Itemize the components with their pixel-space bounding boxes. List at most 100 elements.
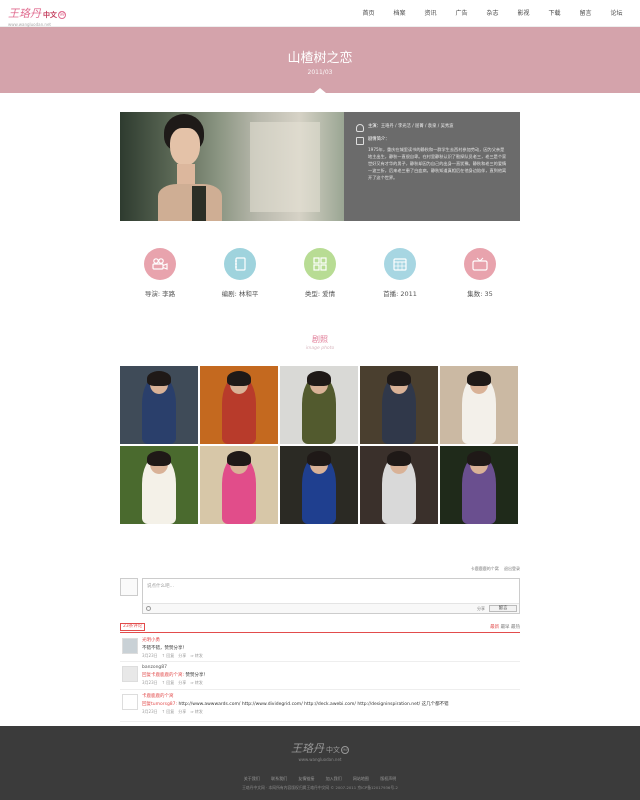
emoji-icon[interactable]: [146, 606, 151, 611]
comment-meta[interactable]: 3月23日 ↑ 回复 分享 ⇒ 转发: [142, 709, 520, 715]
stat-genre: 类型: 爱情: [285, 248, 355, 298]
nav-item-ads[interactable]: 广告: [446, 0, 477, 27]
comment-author[interactable]: banzong87: [142, 665, 520, 670]
nav-item-films[interactable]: 影视: [508, 0, 539, 27]
list-item: banzong87 回复卡鹿鹿鹿的个窝: 赞赞分享！ 3月23日 ↑ 回复 分享…: [120, 662, 520, 690]
stat-label: 导演: 李路: [144, 290, 176, 298]
drama-stats: 导演: 李路 编剧: 林和平 类型: 爱情 首播: 2011 集数: 35: [125, 248, 515, 298]
avatar[interactable]: [122, 638, 138, 654]
comment-count: 23条评论: [120, 623, 146, 631]
hero-banner: 山楂树之恋 2011/03: [0, 27, 640, 93]
still-photo[interactable]: [200, 366, 278, 444]
avatar[interactable]: [122, 666, 138, 682]
stat-director: 导演: 李路: [125, 248, 195, 298]
still-photo[interactable]: [200, 446, 278, 524]
stat-writer: 编剧: 林和平: [205, 248, 275, 298]
comment-input[interactable]: 说点什么吧… 分享 留言: [142, 578, 520, 614]
comment-placeholder: 说点什么吧…: [147, 584, 174, 589]
avatar[interactable]: [122, 694, 138, 710]
comment-author[interactable]: 光明小勇: [142, 637, 520, 643]
stat-label: 首播: 2011: [383, 290, 417, 298]
site-header: 王珞丹 中文 99 www.wangluodan.net 首页 档案 资讯 广告 杂…: [0, 0, 640, 27]
comment-text: 回复tumorsg87: http://www.awwwards.com/ ht…: [142, 702, 449, 707]
footer-copyright: 王珞丹中文网 · 本网所有内容版权归属王珞丹中文网 © 2007-2011 京I…: [242, 785, 398, 790]
synopsis-text: 1975年，重庆在城里读书的静秋和一群学生去西村参加劳动，因为父亲是地主出生，静…: [368, 147, 507, 180]
stills-subtitle: image photo: [305, 346, 335, 351]
still-photo[interactable]: [120, 366, 198, 444]
stat-label: 集数: 35: [467, 290, 493, 298]
footer-link[interactable]: 加入我们: [326, 776, 342, 781]
footer-link[interactable]: 网站地图: [353, 776, 369, 781]
site-logo[interactable]: 王珞丹 中文 99 www.wangluodan.net: [8, 5, 66, 27]
nav-item-profile[interactable]: 档案: [384, 0, 415, 27]
nav-item-download[interactable]: 下载: [539, 0, 570, 27]
current-user[interactable]: 卡鹿鹿鹿的个窝: [471, 566, 499, 571]
calendar-icon: [384, 248, 416, 280]
stills-title: 剧照: [312, 335, 328, 344]
cast-row: 主演： 王珞丹 / 李光洁 / 屈菁 / 袁泉 / 吴秀波: [356, 124, 508, 132]
site-footer: 王珞丹 中文 99 www.wangluodan.net 关于我们 联系我们 友情链…: [0, 726, 640, 800]
footer-link[interactable]: 友情链接: [298, 776, 314, 781]
notebook-icon: [224, 248, 256, 280]
comment-toolbar: 分享 留言: [143, 603, 519, 613]
nav-item-forum[interactable]: 论坛: [601, 0, 632, 27]
cast-list: 王珞丹 / 李光洁 / 屈菁 / 袁泉 / 吴秀波: [380, 124, 454, 129]
stat-premiere: 首播: 2011: [365, 248, 435, 298]
main-nav: 首页 档案 资讯 广告 杂志 影视 下载 留言 论坛: [353, 0, 632, 27]
synopsis-row: 剧情简介：: [356, 137, 508, 145]
logo-cn-text: 中文: [43, 11, 57, 19]
page-date: 2011/03: [307, 69, 333, 76]
logo-ring-badge: 99: [58, 11, 66, 19]
sort-newest[interactable]: 最新: [490, 625, 499, 630]
comment-text: 不错不错，赞赞分享！: [142, 646, 187, 651]
hero-notch: [314, 88, 326, 93]
comment-text: 回复卡鹿鹿鹿的个窝: 赞赞分享！: [142, 673, 208, 678]
list-item: 卡鹿鹿鹿的个窝 回复tumorsg87: http://www.awwwards…: [120, 690, 520, 722]
submit-comment-button[interactable]: 留言: [489, 605, 517, 612]
footer-links: 关于我们 联系我们 友情链接 加入我们 网站地图 版权声明: [0, 776, 640, 782]
camera-icon: [144, 248, 176, 280]
synopsis-label: 剧情简介：: [368, 137, 390, 142]
footer-link[interactable]: 联系我们: [271, 776, 287, 781]
page-title: 山楂树之恋: [287, 51, 353, 66]
grid-icon: [304, 248, 336, 280]
comment-list: 光明小勇 不错不错，赞赞分享！ 3月23日 ↑ 回复 分享 ⇒ 转发 banzo…: [120, 634, 520, 722]
stills-grid: [120, 366, 520, 525]
user-icon: [356, 124, 364, 132]
share-toggle[interactable]: 分享: [477, 605, 485, 613]
still-photo[interactable]: [440, 446, 518, 524]
still-photo[interactable]: [440, 366, 518, 444]
comment-author[interactable]: 卡鹿鹿鹿的个窝: [142, 693, 520, 699]
comment-login-bar: 卡鹿鹿鹿的个窝 退出登录: [120, 566, 520, 574]
sort-oldest[interactable]: 最早: [501, 625, 510, 630]
stat-label: 编剧: 林和平: [221, 290, 259, 298]
still-photo[interactable]: [360, 446, 438, 524]
footer-url: www.wangluodan.net: [298, 757, 342, 762]
still-photo[interactable]: [120, 446, 198, 524]
comment-meta[interactable]: 3月23日 ↑ 回复 分享 ⇒ 转发: [142, 680, 520, 686]
stat-episodes: 集数: 35: [445, 248, 515, 298]
still-photo[interactable]: [360, 366, 438, 444]
footer-link[interactable]: 版权声明: [380, 776, 396, 781]
logout-link[interactable]: 退出登录: [504, 566, 520, 571]
nav-item-home[interactable]: 首页: [353, 0, 384, 27]
stat-label: 类型: 爱情: [304, 290, 336, 298]
comment-count-bar: 23条评论 最新 最早 最热: [120, 623, 520, 633]
sort-hottest[interactable]: 最热: [511, 625, 520, 630]
footer-link[interactable]: 关于我们: [244, 776, 260, 781]
drama-info-panel: 主演： 王珞丹 / 李光洁 / 屈菁 / 袁泉 / 吴秀波 剧情简介： 1975…: [344, 112, 520, 221]
still-photo[interactable]: [280, 366, 358, 444]
tv-icon: [464, 248, 496, 280]
nav-item-magazine[interactable]: 杂志: [477, 0, 508, 27]
comment-sort: 最新 最早 最热: [490, 624, 520, 630]
still-photo[interactable]: [280, 446, 358, 524]
logo-main-text: 王珞丹: [8, 7, 41, 20]
avatar: [120, 578, 138, 596]
footer-logo[interactable]: 王珞丹 中文 99: [0, 740, 640, 756]
nav-item-news[interactable]: 资讯: [415, 0, 446, 27]
nav-item-guestbook[interactable]: 留言: [570, 0, 601, 27]
video-icon: [356, 137, 364, 145]
comment-meta[interactable]: 3月23日 ↑ 回复 分享 ⇒ 转发: [142, 653, 520, 659]
cast-label: 主演：: [368, 124, 381, 129]
list-item: 光明小勇 不错不错，赞赞分享！ 3月23日 ↑ 回复 分享 ⇒ 转发: [120, 634, 520, 662]
